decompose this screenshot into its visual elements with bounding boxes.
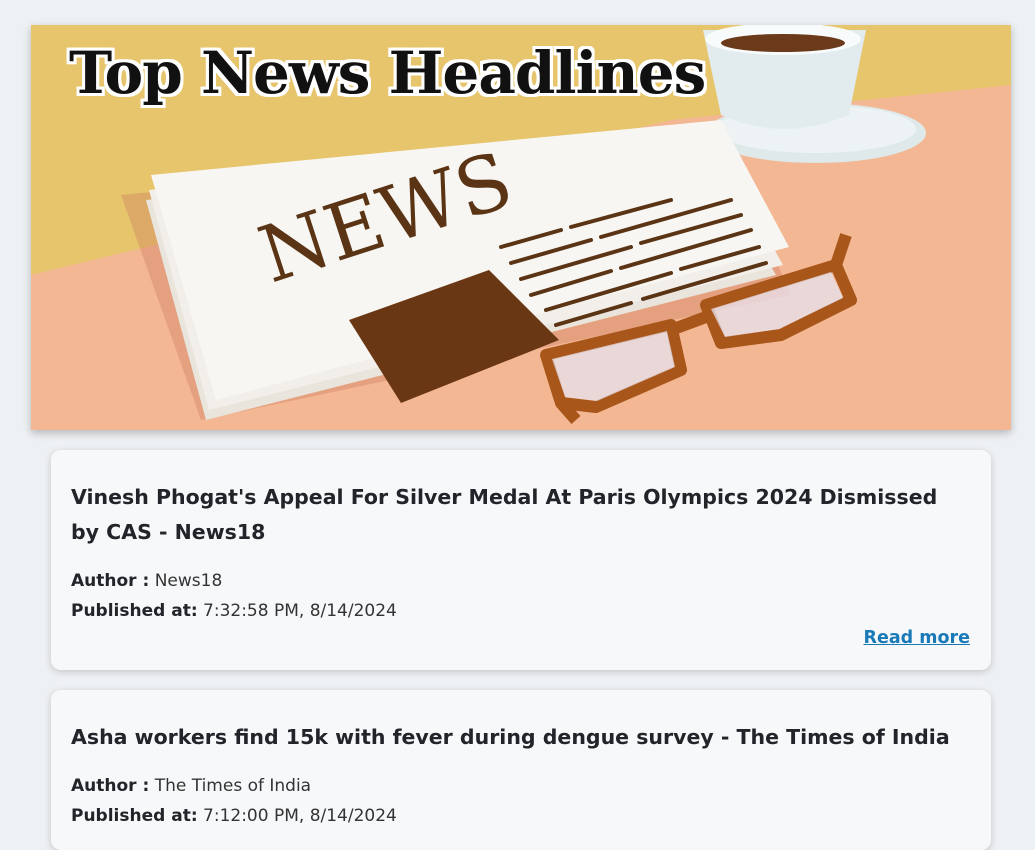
author-line: Author : The Times of India xyxy=(71,771,971,801)
banner-title: Top News Headlines xyxy=(69,39,706,107)
news-title: Vinesh Phogat's Appeal For Silver Medal … xyxy=(71,485,938,544)
published-line: Published at: 7:32:58 PM, 8/14/2024 xyxy=(71,596,971,626)
published-value: 7:12:00 PM, 8/14/2024 xyxy=(203,806,397,826)
news-card: Asha workers find 15k with fever during … xyxy=(51,690,991,850)
author-label: Author : xyxy=(71,571,150,591)
author-line: Author : News18 xyxy=(71,566,971,596)
news-title: Asha workers find 15k with fever during … xyxy=(71,725,950,749)
author-label: Author : xyxy=(71,776,150,796)
published-label: Published at: xyxy=(71,806,198,826)
published-value: 7:32:58 PM, 8/14/2024 xyxy=(203,601,397,621)
read-more-link[interactable]: Read more xyxy=(863,628,970,648)
news-card: Vinesh Phogat's Appeal For Silver Medal … xyxy=(51,450,991,670)
published-label: Published at: xyxy=(71,601,198,621)
author-value: The Times of India xyxy=(154,776,312,796)
banner-image: NEWS Top News Headlines xyxy=(31,25,1011,430)
author-value: News18 xyxy=(154,571,223,591)
